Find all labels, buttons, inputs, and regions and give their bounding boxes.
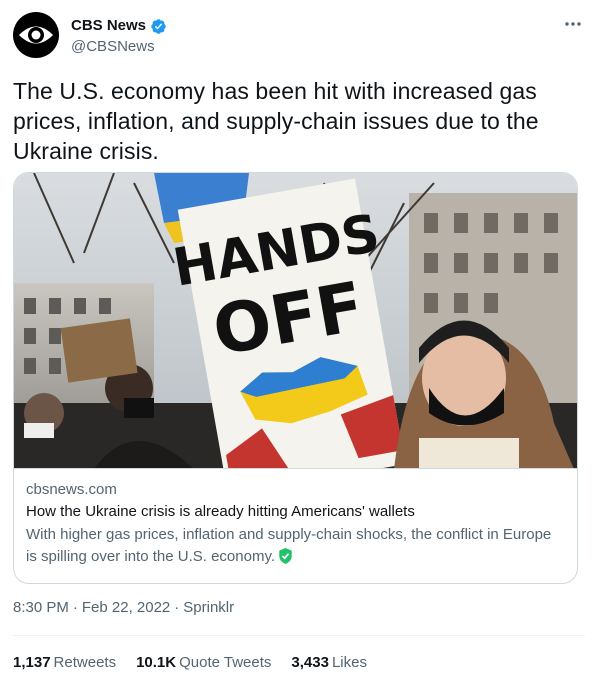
- separator-dot: ·: [174, 599, 180, 616]
- retweets-count: 1,137: [13, 654, 51, 671]
- green-shield-check-icon: [279, 548, 292, 564]
- tweet-header: CBS News @CBSNews: [13, 12, 585, 60]
- display-name[interactable]: CBS News: [71, 16, 146, 36]
- engagement-stats: 1,137 Retweets 10.1K Quote Tweets 3,433 Lik…: [13, 653, 367, 673]
- author-handle[interactable]: @CBSNews: [71, 37, 167, 57]
- verified-badge-icon: [151, 18, 166, 34]
- likes-count: 3,433: [291, 654, 329, 671]
- likes-stat[interactable]: 3,433 Likes: [291, 653, 367, 673]
- protest-photo: HANDS OFF: [14, 173, 577, 468]
- card-body: cbsnews.com How the Ukraine crisis is al…: [26, 480, 566, 568]
- tweet-timestamp: 8:30 PM · Feb 22, 2022 · Sprinklr: [13, 598, 234, 618]
- tweet-time[interactable]: 8:30 PM: [13, 599, 69, 616]
- separator-dot: ·: [72, 599, 78, 616]
- tweet-source[interactable]: Sprinklr: [183, 599, 234, 616]
- avatar[interactable]: [13, 12, 59, 58]
- more-options-button[interactable]: [561, 14, 585, 34]
- more-dots-icon: [565, 22, 581, 26]
- tweet-text: The U.S. economy has been hit with incre…: [13, 78, 539, 164]
- divider: [13, 635, 585, 636]
- card-image[interactable]: HANDS OFF: [14, 173, 577, 469]
- card-description: With higher gas prices, inflation and su…: [26, 524, 566, 568]
- likes-label: Likes: [331, 654, 367, 671]
- tweet-date[interactable]: Feb 22, 2022: [82, 599, 170, 616]
- quote-tweets-stat[interactable]: 10.1K Quote Tweets: [136, 653, 271, 673]
- card-domain: cbsnews.com: [26, 481, 117, 498]
- link-card[interactable]: HANDS OFF cbsnews.com How the Ukraine cr…: [13, 172, 578, 584]
- author-names: CBS News @CBSNews: [71, 16, 167, 57]
- card-title: How the Ukraine crisis is already hittin…: [26, 503, 415, 520]
- quote-tweets-label: Quote Tweets: [179, 654, 272, 671]
- quote-tweets-count: 10.1K: [136, 654, 177, 671]
- retweets-stat[interactable]: 1,137 Retweets: [13, 653, 116, 673]
- cbs-eye-logo-icon: [17, 16, 55, 54]
- retweets-label: Retweets: [53, 654, 117, 671]
